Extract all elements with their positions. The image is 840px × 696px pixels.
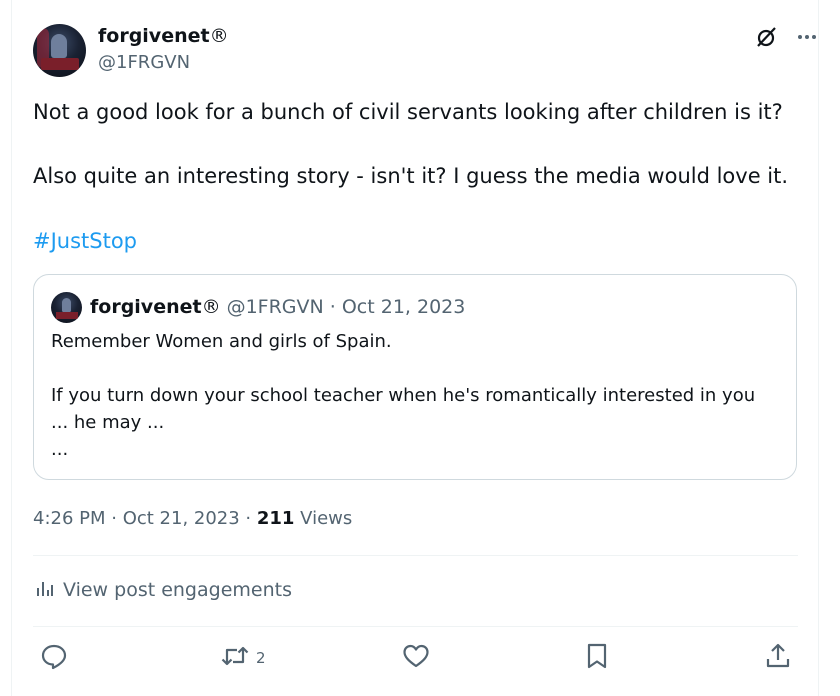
post-header: forgivenet® @1FRGVN <box>33 24 820 78</box>
quoted-post-header: forgivenet® @1FRGVN · Oct 21, 2023 <box>90 295 465 319</box>
bookmark-icon <box>584 642 610 674</box>
view-engagements-label: View post engagements <box>63 579 292 601</box>
quoted-text-line-4: ... <box>51 439 69 460</box>
post-text-line-2: Also quite an interesting story - isn't … <box>33 164 789 188</box>
author-name-text: forgivenet <box>98 25 210 47</box>
registered-badge-icon: ® <box>209 25 229 47</box>
quoted-author-avatar <box>51 292 82 323</box>
quoted-post[interactable]: forgivenet® @1FRGVN · Oct 21, 2023 Rememb… <box>33 274 797 480</box>
repost-icon <box>220 642 250 674</box>
bookmark-button[interactable] <box>584 642 616 674</box>
more-icon[interactable] <box>794 24 820 50</box>
quoted-registered-badge-icon: ® <box>201 296 221 318</box>
quoted-text-line-2: If you turn down your school teacher whe… <box>51 385 756 406</box>
hashtag-link[interactable]: #JustStop <box>33 227 137 255</box>
author-avatar[interactable] <box>33 24 86 77</box>
grok-icon[interactable] <box>754 24 780 50</box>
view-engagements-link[interactable]: View post engagements <box>35 577 292 603</box>
post-time-date[interactable]: 4:26 PM · Oct 21, 2023 · <box>33 508 257 529</box>
post-text-line-1: Not a good look for a bunch of civil ser… <box>33 100 783 124</box>
author-handle[interactable]: @1FRGVN <box>98 51 190 75</box>
share-icon <box>764 642 792 674</box>
heart-icon <box>402 642 430 674</box>
reply-icon <box>40 642 68 674</box>
quoted-author-name: forgivenet <box>90 296 202 318</box>
quoted-text-line-3: ... he may ... <box>51 412 165 433</box>
views-count: 211 <box>256 508 295 529</box>
quoted-text-line-1: Remember Women and girls of Spain. <box>51 331 392 352</box>
post-timestamp: 4:26 PM · Oct 21, 2023 · 211 Views <box>33 507 352 531</box>
repost-button[interactable]: 2 <box>220 644 266 672</box>
author-name[interactable]: forgivenet® <box>98 24 229 48</box>
views-label: Views <box>294 508 353 529</box>
analytics-icon <box>35 578 55 602</box>
share-button[interactable] <box>764 642 792 674</box>
reply-button[interactable] <box>40 644 74 672</box>
repost-count: 2 <box>256 649 266 667</box>
like-button[interactable] <box>402 644 436 672</box>
divider <box>33 626 798 627</box>
quoted-post-meta: @1FRGVN · Oct 21, 2023 <box>226 296 466 318</box>
divider <box>33 555 798 556</box>
